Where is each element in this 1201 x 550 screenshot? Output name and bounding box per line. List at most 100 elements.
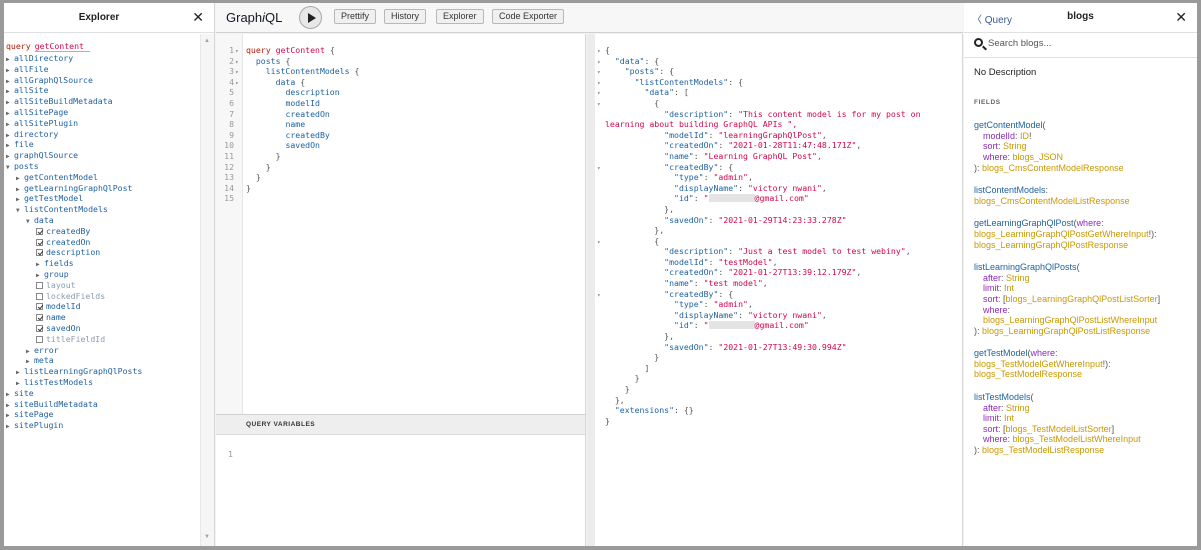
tree-node[interactable]: ▼ listContentModels (4, 204, 200, 215)
type-link[interactable]: blogs_TestModelGetWhereInput (974, 359, 1103, 369)
tree-node[interactable]: ▼ data (4, 215, 200, 226)
type-link[interactable]: blogs_TestModelListResponse (982, 445, 1104, 455)
tree-node-label: error (34, 344, 59, 355)
tree-node[interactable]: ▶ site (4, 388, 200, 399)
json-key: "modelId" (664, 129, 709, 140)
scroll-down-icon[interactable]: ▼ (204, 534, 210, 540)
tree-node[interactable]: ▶ siteBuildMetadata (4, 399, 200, 410)
history-button[interactable]: History (384, 9, 427, 24)
tree-node[interactable]: ▶ sitePage (4, 409, 200, 420)
tree-node[interactable]: description (4, 247, 200, 258)
tree-node[interactable]: ▶ getContentModel (4, 172, 200, 183)
json-key: "id" (674, 320, 694, 331)
query-variables-title[interactable]: QUERY VARIABLES (216, 415, 585, 435)
type-link[interactable]: String (1006, 273, 1030, 283)
tree-node[interactable]: ▶ allSiteBuildMetadata (4, 96, 200, 107)
toolbar: GraphiQL Prettify History Explorer Code … (216, 3, 963, 33)
checkbox[interactable] (36, 227, 43, 235)
run-query-button[interactable] (299, 6, 322, 29)
tree-node[interactable]: ▶ file (4, 139, 200, 150)
type-link[interactable]: blogs_LearningGraphQlPostGetWhereInput (974, 229, 1149, 239)
tree-node[interactable]: ▶ error (4, 345, 200, 356)
tree-node[interactable]: ▶ meta (4, 355, 200, 366)
tree-node[interactable]: layout (4, 280, 200, 291)
type-link[interactable]: blogs_TestModelListSorter (1006, 424, 1112, 434)
tree-node[interactable]: ▶ listTestModels (4, 377, 200, 388)
prettify-button[interactable]: Prettify (334, 9, 377, 24)
tree-node[interactable]: ▶ allSite (4, 85, 200, 96)
close-icon[interactable]: ✕ (192, 9, 204, 26)
result-line: } (597, 352, 921, 363)
explorer-scrollbar[interactable]: ▲ ▼ (200, 34, 214, 546)
tree-node[interactable]: ▼ posts (4, 161, 200, 172)
type-link[interactable]: blogs_TestModelListWhereInput (1013, 434, 1141, 444)
field-name[interactable]: listContentModels (974, 185, 1046, 195)
close-icon[interactable]: ✕ (1175, 9, 1187, 26)
checkbox[interactable] (36, 314, 43, 322)
tree-node[interactable]: ▶ allDirectory (4, 53, 200, 64)
json-punctuation: }, (614, 394, 625, 405)
type-link[interactable]: String (1003, 141, 1027, 151)
type-link[interactable]: Int (1004, 413, 1014, 423)
json-string: "This content model is for my post on (738, 108, 921, 119)
type-link[interactable]: blogs_LearningGraphQlPostListSorter (1006, 294, 1158, 304)
query-variables-panel[interactable]: QUERY VARIABLES 1 (216, 414, 586, 546)
code-text: createdBy (242, 130, 329, 140)
tree-node[interactable]: ▶ allFile (4, 64, 200, 75)
tree-node[interactable]: ▶ sitePlugin (4, 420, 200, 431)
tree-node[interactable]: ▶ listLearningGraphQlPosts (4, 366, 200, 377)
type-link[interactable]: blogs_LearningGraphQlPostListResponse (982, 326, 1150, 336)
type-link[interactable]: blogs_JSON (1013, 152, 1064, 162)
docs-search-input[interactable] (988, 38, 1178, 49)
tree-node[interactable]: name (4, 312, 200, 323)
type-link[interactable]: blogs_LearningGraphQlPostResponse (974, 240, 1128, 250)
field-name[interactable]: getContentModel (974, 120, 1043, 130)
punctuation: } (255, 172, 261, 183)
checkbox[interactable] (36, 292, 43, 300)
type-link[interactable]: Int (1004, 283, 1014, 293)
tree-node[interactable]: ▶ allGraphQlSource (4, 75, 200, 86)
type-link[interactable]: blogs_LearningGraphQlPostListWhereInput (983, 315, 1157, 325)
checkbox[interactable] (36, 324, 43, 332)
tree-node[interactable]: ▶ graphQlSource (4, 150, 200, 161)
json-key: "savedOn" (664, 341, 709, 352)
tree-node[interactable]: createdOn (4, 237, 200, 248)
query-editor[interactable]: 1▾ query getContent {2▾ posts {3▾ listCon… (216, 34, 586, 414)
field-name[interactable]: getLearningGraphQlPost (974, 218, 1074, 228)
field-name[interactable]: listLearningGraphQlPosts (974, 262, 1077, 272)
type-link[interactable]: blogs_CmsContentModelResponse (982, 163, 1124, 173)
field-name[interactable]: getTestModel (974, 348, 1028, 358)
explorer-button[interactable]: Explorer (436, 9, 484, 24)
type-link[interactable]: blogs_CmsContentModelListResponse (974, 196, 1130, 206)
tree-node[interactable]: createdBy (4, 226, 200, 237)
caret-right-icon[interactable]: ▶ (6, 422, 14, 433)
code-line: 2▾ posts { (216, 56, 359, 67)
tree-node[interactable]: modelId (4, 301, 200, 312)
checkbox[interactable] (36, 281, 43, 289)
json-punctuation: } (654, 352, 660, 363)
tree-node[interactable]: ▶ fields (4, 258, 200, 269)
tree-node[interactable]: ▶ directory (4, 129, 200, 140)
checkbox[interactable] (36, 303, 43, 311)
type-link[interactable]: String (1006, 403, 1030, 413)
code-text: query getContent { (242, 45, 335, 55)
type-link[interactable]: ID (1020, 131, 1029, 141)
code-exporter-button[interactable]: Code Exporter (492, 9, 565, 24)
result-line: "type": "admin", (597, 172, 921, 183)
tree-node[interactable]: ▶ getTestModel (4, 193, 200, 204)
tree-node[interactable]: ▶ group (4, 269, 200, 280)
line-number: 12 (224, 161, 234, 172)
tree-node[interactable]: ▶ getLearningGraphQlPost (4, 183, 200, 194)
tree-node[interactable]: ▶ allSitePlugin (4, 118, 200, 129)
scroll-up-icon[interactable]: ▲ (204, 38, 210, 44)
tree-node[interactable]: ▶ allSitePage (4, 107, 200, 118)
checkbox[interactable] (36, 335, 43, 343)
checkbox[interactable] (36, 249, 43, 257)
field-name[interactable]: listTestModels (974, 392, 1031, 402)
tree-node[interactable]: lockedFields (4, 291, 200, 302)
tree-node[interactable]: titleFieldId (4, 334, 200, 345)
operation-name-input[interactable]: getContent (34, 41, 90, 52)
type-link[interactable]: blogs_TestModelResponse (974, 369, 1082, 379)
checkbox[interactable] (36, 238, 43, 246)
tree-node[interactable]: savedOn (4, 323, 200, 334)
